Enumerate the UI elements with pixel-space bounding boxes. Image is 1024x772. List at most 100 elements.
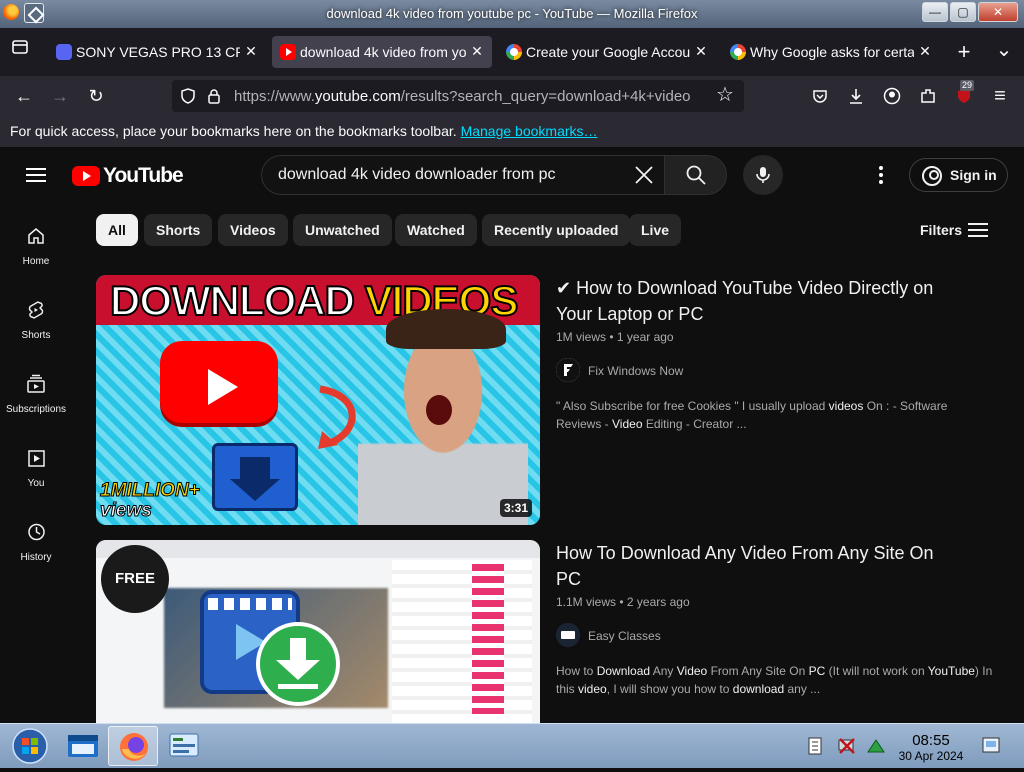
guide-home[interactable]: Home [0, 226, 72, 286]
video-description: " Also Subscribe for free Cookies " I us… [556, 397, 996, 433]
url-bar[interactable]: https://www.youtube.com/results?search_q… [172, 80, 744, 112]
maximize-button[interactable]: ▢ [950, 2, 976, 22]
google-icon [730, 44, 746, 60]
bookmarks-hint: For quick access, place your bookmarks h… [10, 123, 598, 139]
clock-time: 08:55 [912, 732, 950, 749]
action-center-icon[interactable] [806, 736, 826, 761]
channel-avatar[interactable] [556, 358, 580, 382]
firefox-view-icon[interactable] [6, 38, 34, 66]
chip-shorts[interactable]: Shorts [144, 214, 213, 246]
description-fragment: From Any Site On [707, 664, 809, 678]
tab-close-icon[interactable]: ✕ [468, 42, 486, 60]
bookmark-star-icon[interactable]: ☆ [712, 82, 738, 108]
system-clock[interactable]: 08:55 30 Apr 2024 [894, 732, 968, 763]
filters-button[interactable]: Filters [920, 222, 962, 238]
description-fragment: Any [650, 664, 677, 678]
description-fragment: any ... [784, 682, 821, 696]
account-icon [922, 166, 942, 186]
chip-all[interactable]: All [96, 214, 138, 246]
search-button[interactable] [664, 155, 727, 195]
description-fragment: videos [828, 399, 864, 413]
close-window-button[interactable]: ✕ [978, 2, 1018, 22]
clear-search-icon[interactable] [631, 162, 657, 188]
video-title[interactable]: ✔ How to Download YouTube Video Directly… [556, 275, 956, 327]
new-tab-button[interactable]: + [950, 38, 978, 66]
guide-label: Subscriptions [5, 404, 67, 415]
description-fragment: YouTube [927, 664, 975, 678]
tab-label: Why Google asks for certain [750, 44, 914, 60]
guide-you[interactable]: You [0, 448, 72, 508]
guide-label: Home [22, 256, 50, 267]
minimize-button[interactable]: — [922, 2, 948, 22]
bookmarks-toolbar: For quick access, place your bookmarks h… [0, 116, 1024, 148]
tab-sony-vegas[interactable]: SONY VEGAS PRO 13 CRACK ✕ [48, 36, 266, 68]
thumb-badge-2: views [100, 500, 153, 521]
channel-name[interactable]: Easy Classes [588, 629, 661, 643]
account-icon[interactable] [878, 82, 906, 110]
pocket-icon[interactable] [806, 82, 834, 110]
window-titlebar[interactable]: download 4k video from youtube pc - YouT… [0, 0, 1024, 28]
channel-avatar[interactable] [556, 623, 580, 647]
filters-icon[interactable] [968, 222, 988, 238]
subscriptions-icon [27, 374, 45, 393]
search-input[interactable]: download 4k video downloader from pc [278, 166, 556, 184]
guide-subscriptions[interactable]: Subscriptions [0, 374, 72, 434]
history-icon [28, 523, 45, 541]
tab-close-icon[interactable]: ✕ [242, 42, 260, 60]
guide-menu-icon[interactable] [26, 168, 46, 182]
sign-in-label: Sign in [950, 167, 997, 183]
tab-close-icon[interactable]: ✕ [916, 42, 934, 60]
youtube-play-icon [72, 166, 100, 186]
list-all-tabs-button[interactable]: ⌄ [990, 36, 1018, 64]
forward-button[interactable]: → [46, 82, 74, 110]
volume-icon[interactable] [866, 738, 886, 759]
channel-name[interactable]: Fix Windows Now [588, 364, 683, 378]
guide-shorts[interactable]: Shorts [0, 300, 72, 360]
description-fragment: How to [556, 664, 597, 678]
url-path: /results?search_query=download+4k+video [400, 88, 691, 105]
downloads-icon[interactable] [842, 82, 870, 110]
tab-close-icon[interactable]: ✕ [692, 42, 710, 60]
video-meta: 1M views • 1 year ago [556, 330, 674, 344]
chip-videos[interactable]: Videos [218, 214, 288, 246]
tab-youtube-search[interactable]: download 4k video from youtube pc ✕ [272, 36, 492, 68]
file-explorer-icon[interactable] [58, 726, 108, 766]
chip-watched[interactable]: Watched [395, 214, 477, 246]
app-menu-button[interactable]: ≡ [986, 82, 1014, 110]
chip-live[interactable]: Live [629, 214, 682, 246]
ublock-icon[interactable]: 29 [950, 80, 978, 110]
video-title[interactable]: How To Download Any Video From Any Site … [556, 540, 956, 592]
lock-icon[interactable] [206, 88, 222, 109]
description-fragment: Video [676, 664, 708, 678]
thumb-headline-1: DOWNLOAD [109, 276, 356, 325]
description-fragment: , I will show you how to [606, 682, 733, 696]
search-icon [686, 165, 706, 185]
network-disconnected-icon[interactable] [836, 736, 858, 761]
url-prefix: https://www. [234, 88, 315, 105]
more-options-icon[interactable] [870, 165, 890, 185]
control-panel-icon[interactable] [158, 726, 208, 766]
extensions-icon[interactable] [914, 82, 942, 110]
video-thumbnail[interactable]: DOWNLOAD VIDEOS 1MILLION+ views 3:31 [96, 275, 540, 525]
video-thumbnail[interactable]: FREE [96, 540, 540, 723]
description-fragment: PC [808, 664, 826, 678]
voice-search-button[interactable] [743, 155, 783, 195]
search-box[interactable]: download 4k video downloader from pc [261, 155, 665, 195]
firefox-taskbar-icon[interactable] [108, 726, 158, 766]
google-icon [506, 44, 522, 60]
description-fragment: Editing - Creator ... [642, 417, 747, 431]
chip-recently-uploaded[interactable]: Recently uploaded [482, 214, 631, 246]
start-button[interactable] [10, 726, 56, 766]
youtube-wordmark: YouTube [103, 164, 184, 187]
chip-unwatched[interactable]: Unwatched [293, 214, 392, 246]
guide-history[interactable]: History [0, 522, 72, 582]
tab-google-why[interactable]: Why Google asks for certain ✕ [722, 36, 940, 68]
back-button[interactable]: ← [10, 82, 38, 110]
sign-in-button[interactable]: Sign in [909, 158, 1008, 192]
manage-bookmarks-link[interactable]: Manage bookmarks… [461, 123, 598, 139]
reload-button[interactable]: ↻ [82, 82, 110, 110]
show-desktop-icon[interactable] [980, 734, 1002, 761]
url-text[interactable]: https://www.youtube.com/results?search_q… [234, 88, 708, 105]
shield-icon[interactable] [180, 88, 196, 109]
tab-google-account[interactable]: Create your Google Account ✕ [498, 36, 716, 68]
